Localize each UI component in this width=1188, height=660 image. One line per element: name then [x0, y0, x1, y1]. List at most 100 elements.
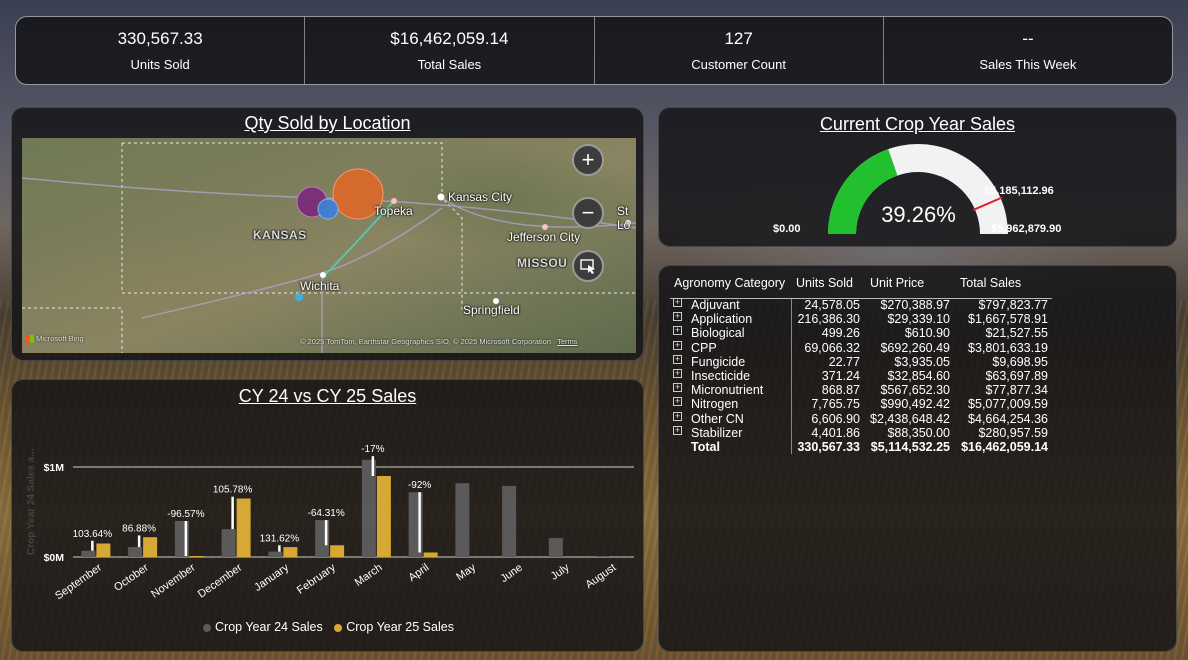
gauge-panel: Current Crop Year Sales 39.26% $0.00 $5,… [658, 107, 1177, 247]
table-row[interactable]: + Nitrogen 7,765.75 $990,492.42 $5,077,009.5… [659, 397, 1178, 411]
cell-price: $990,492.42 [880, 397, 950, 412]
change-label: -92% [408, 480, 431, 491]
map-canvas[interactable]: Kansas City Topeka St Lo KANSAS Jefferso… [22, 138, 636, 353]
map-attribution: © 2025 TomTom, Earthstar Geographics SIO… [300, 337, 578, 346]
expand-icon[interactable]: + [673, 411, 682, 421]
map-label-jefferson-city: Jefferson City [507, 230, 581, 244]
map-panel: Qty Sold by Location Kansas City Topeka … [11, 107, 644, 361]
col-header-category[interactable]: Agronomy Category [674, 276, 785, 290]
table-row[interactable]: + Fungicide 22.77 $3,935.05 $9,698.95 [659, 354, 1178, 369]
bar-chart[interactable]: Crop Year 24 Sales a... $0M $1M 103.64% Sept… [12, 380, 645, 612]
cell-total: $1,667,578.91 [968, 312, 1048, 327]
kpi-units-sold[interactable]: 330,567.33 Units Sold [16, 17, 306, 84]
x-tick-label: September [53, 561, 104, 602]
location-bubble-small[interactable] [317, 198, 339, 220]
table-total-row[interactable]: Total 330,567.33 $5,114,532.25 $16,462,059.… [659, 440, 1178, 454]
cell-total: $3,801,633.19 [968, 340, 1048, 355]
bar-cy24[interactable] [548, 538, 563, 557]
bar-cy24[interactable] [455, 483, 470, 557]
map-overlay [22, 142, 636, 353]
expand-icon[interactable]: + [673, 397, 682, 407]
change-label: 131.62% [260, 533, 300, 544]
table-row[interactable]: + CPP 69,066.32 $692,260.49 $3,801,633.19 [659, 340, 1178, 355]
bar-cy25[interactable] [330, 545, 345, 557]
bar-cy25[interactable] [423, 552, 438, 558]
y-tick-label: $0M [44, 552, 65, 564]
table-row[interactable]: + Other CN 6,606.90 $2,438,648.42 $4,664,254… [659, 411, 1178, 426]
cell-category: Insecticide [691, 369, 751, 383]
bar-cy24[interactable] [502, 485, 517, 557]
map-title[interactable]: Qty Sold by Location [12, 113, 643, 134]
bar-cy25[interactable] [236, 498, 251, 558]
kpi-sales-this-week[interactable]: -- Sales This Week [884, 17, 1172, 84]
cell-category: Other CN [691, 411, 744, 426]
x-tick-label: March [353, 562, 385, 589]
table-row[interactable]: + Application 216,386.30 $29,339.10 $1,667,5… [659, 312, 1178, 326]
kpi-customer-count[interactable]: 127 Customer Count [595, 17, 884, 84]
x-tick-label: December [196, 561, 245, 600]
kpi-value: 330,567.33 [117, 29, 203, 48]
legend-item-cy24[interactable]: Crop Year 24 Sales [203, 620, 323, 634]
kpi-value: 127 [724, 29, 753, 48]
zoom-out-button[interactable]: − [572, 197, 604, 229]
legend-label: Crop Year 25 Sales [346, 620, 454, 634]
expand-icon[interactable]: + [673, 354, 682, 364]
select-region-button[interactable] [572, 250, 604, 282]
bing-logo: Microsoft Bing [26, 334, 84, 344]
col-header-total[interactable]: Total Sales [960, 276, 1021, 290]
cell-total: $5,077,009.59 [968, 397, 1048, 412]
kpi-total-sales[interactable]: $16,462,059.14 Total Sales [305, 17, 595, 84]
col-header-units[interactable]: Units Sold [796, 276, 853, 290]
table-row[interactable]: + Stabilizer 4,401.86 $88,350.00 $280,957.59 [659, 425, 1178, 440]
kpi-label: Units Sold [130, 57, 190, 72]
expand-icon[interactable]: + [673, 369, 682, 378]
expand-icon[interactable]: + [673, 340, 682, 350]
bar-cy24[interactable] [268, 551, 283, 557]
bar-cy24[interactable] [128, 547, 143, 557]
attribution-text: © 2025 TomTom, Earthstar Geographics SIO… [300, 337, 552, 346]
expand-icon[interactable]: + [673, 425, 682, 435]
kpi-bar: 330,567.33 Units Sold $16,462,059.14 Tot… [15, 16, 1173, 85]
x-tick-label: August [583, 562, 618, 591]
kpi-label: Sales This Week [979, 57, 1077, 72]
map-label-kansas-city: Kansas City [448, 190, 513, 204]
x-tick-label: July [549, 561, 572, 582]
cell-units: 69,066.32 [804, 340, 860, 355]
expand-icon[interactable]: + [673, 298, 682, 307]
expand-icon[interactable]: + [673, 312, 682, 322]
bar-cy25[interactable] [376, 476, 391, 557]
gauge-max-label: $5,962,879.90 [991, 223, 1062, 235]
kpi-value: $16,462,059.14 [390, 29, 509, 48]
bar-cy24[interactable] [221, 529, 236, 557]
legend-dot [203, 623, 212, 632]
bar-cy25[interactable] [143, 537, 158, 557]
bar-cy24[interactable] [595, 556, 610, 557]
cell-category: Application [691, 312, 753, 327]
cell-total: $280,957.59 [978, 425, 1048, 440]
expand-icon[interactable]: + [673, 383, 682, 393]
zoom-in-button[interactable]: + [572, 144, 604, 176]
table-row[interactable]: + Biological 499.26 $610.90 $21,527.55 [659, 326, 1178, 340]
terms-link[interactable]: Terms [557, 337, 577, 346]
change-label: 103.64% [73, 529, 113, 540]
legend-item-cy25[interactable]: Crop Year 25 Sales [334, 620, 454, 634]
location-bubble-tiny[interactable] [295, 293, 303, 301]
bar-cy25[interactable] [283, 547, 298, 557]
cell-total: $77,877.34 [985, 383, 1048, 398]
cell-category: Stabilizer [691, 425, 743, 440]
bar-cy25[interactable] [96, 543, 111, 558]
map-label-springfield: Springfield [463, 303, 520, 317]
cell-category: Nitrogen [691, 397, 739, 412]
map-label-missouri: MISSOU [517, 256, 568, 270]
expand-icon[interactable]: + [673, 326, 682, 336]
legend-dot [334, 623, 343, 632]
bar-cy24[interactable] [81, 550, 96, 557]
highway [141, 207, 443, 319]
bar-cy25[interactable] [189, 556, 204, 557]
col-header-price[interactable]: Unit Price [870, 276, 924, 290]
cell-units: 868.87 [821, 383, 860, 398]
table-row[interactable]: + Micronutrient 868.87 $567,652.30 $77,877.3… [659, 383, 1178, 397]
table-row[interactable]: + Insecticide 371.24 $32,854.60 $63,697.89 [659, 369, 1178, 383]
table-row[interactable]: + Adjuvant 24,578.05 $270,388.97 $797,823.77 [659, 298, 1178, 312]
state-border [22, 307, 123, 353]
